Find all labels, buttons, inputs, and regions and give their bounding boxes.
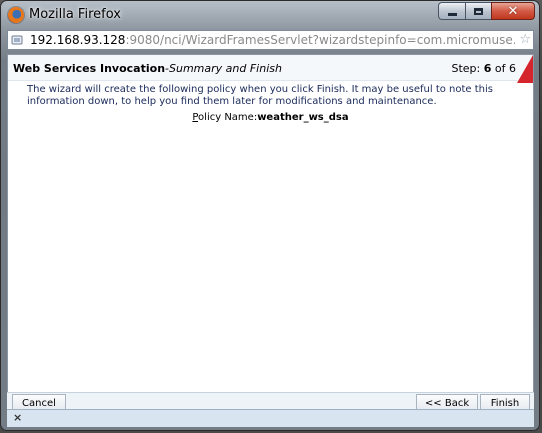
close-icon: ✕: [507, 3, 519, 19]
wizard-description: The wizard will create the following pol…: [27, 84, 493, 107]
maximize-icon: [474, 7, 483, 15]
minimize-button[interactable]: [438, 2, 465, 20]
bookmark-star-icon[interactable]: ☆: [519, 31, 531, 49]
status-close-icon[interactable]: ×: [13, 410, 22, 426]
step-counter-total: of 6: [491, 62, 516, 75]
step-title: Web Services Invocation-Summary and Fini…: [13, 62, 282, 75]
step-counter: Step: 6 of 6: [451, 62, 516, 75]
policy-name-value: weather_ws_dsa: [257, 112, 349, 123]
minimize-icon: [447, 12, 457, 16]
firefox-icon: [8, 7, 24, 23]
wizard-button-bar: Cancel << Back Finish: [7, 392, 534, 410]
url-text: 192.168.93.128:9080/nci/WizardFramesServ…: [30, 31, 515, 49]
step-title-sub: -Summary and Finish: [165, 62, 282, 75]
title-bar[interactable]: Mozilla Firefox ✕: [1, 1, 541, 29]
status-bar: ×: [7, 409, 534, 427]
step-counter-label: Step:: [451, 62, 484, 75]
corner-flag-icon: [517, 55, 533, 83]
url-host: 192.168.93.128: [30, 33, 126, 47]
wizard-page: Web Services Invocation-Summary and Fini…: [7, 54, 534, 409]
cancel-button[interactable]: Cancel: [12, 394, 66, 410]
window-title: Mozilla Firefox: [29, 7, 121, 22]
step-header: Web Services Invocation-Summary and Fini…: [8, 55, 533, 83]
policy-name-row: Policy Name:weather_ws_dsa: [8, 112, 533, 123]
address-bar[interactable]: 192.168.93.128:9080/nci/WizardFramesServ…: [7, 30, 534, 50]
url-path: :9080/nci/WizardFramesServlet?wizardstep…: [125, 33, 515, 47]
back-button[interactable]: << Back: [416, 394, 478, 410]
window-controls: ✕: [438, 2, 535, 20]
step-title-main: Web Services Invocation: [13, 62, 166, 75]
policy-name-label: olicy Name:: [198, 112, 258, 123]
site-identity-icon[interactable]: [11, 34, 23, 46]
maximize-button[interactable]: [465, 2, 491, 20]
finish-button[interactable]: Finish: [480, 394, 530, 410]
close-button[interactable]: ✕: [491, 2, 535, 20]
